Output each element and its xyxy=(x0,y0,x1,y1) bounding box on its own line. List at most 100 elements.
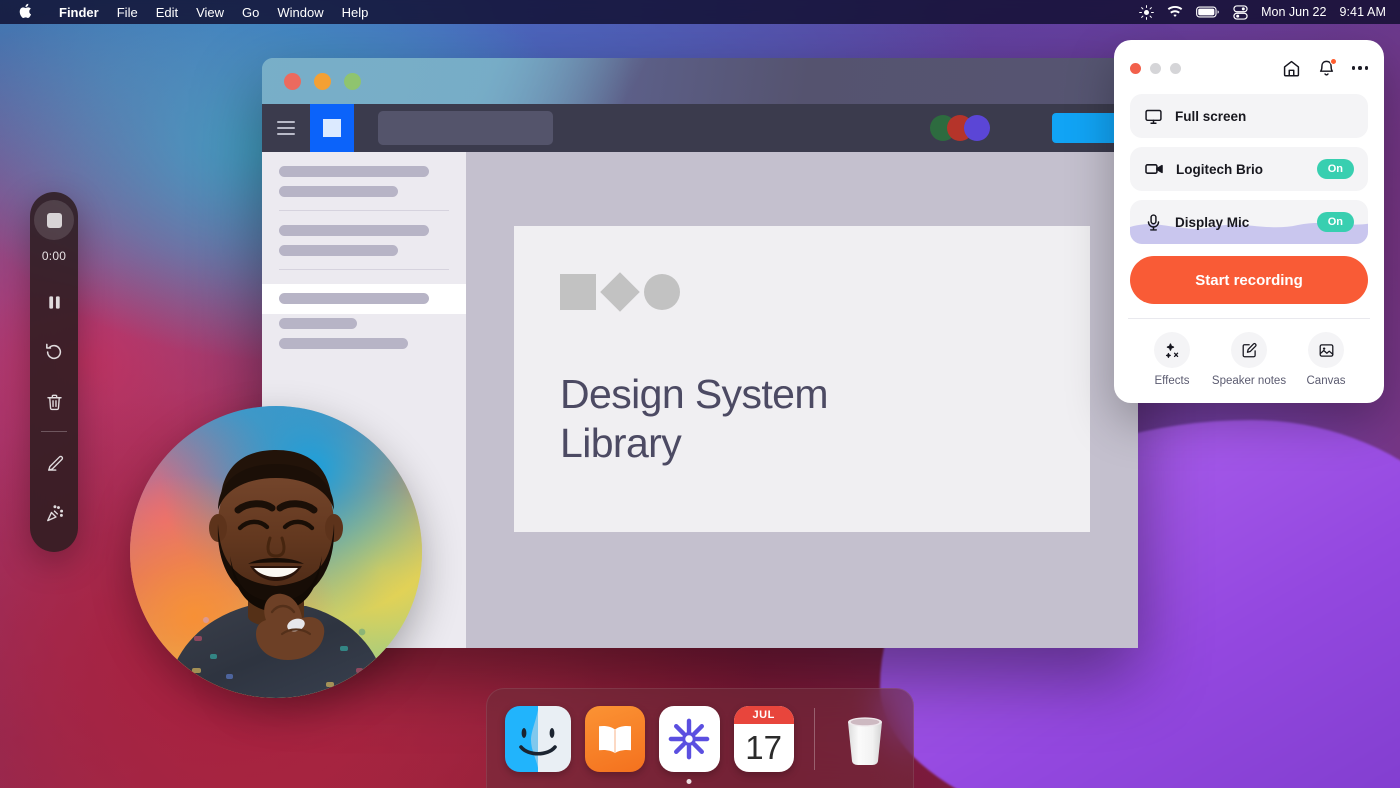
camera-row[interactable]: Logitech Brio On xyxy=(1130,147,1368,191)
camera-toggle[interactable]: On xyxy=(1316,158,1354,180)
start-recording-button[interactable]: Start recording xyxy=(1130,256,1368,304)
menu-bar-date[interactable]: Mon Jun 22 xyxy=(1261,5,1326,19)
menu-bar-clock[interactable]: 9:41 AM xyxy=(1339,5,1386,19)
search-input[interactable] xyxy=(378,111,553,145)
pause-icon[interactable] xyxy=(32,277,76,327)
window-title-bar[interactable] xyxy=(262,58,1138,104)
avatar xyxy=(166,450,388,698)
calendar-icon[interactable]: JUL 17 xyxy=(733,705,794,772)
slide-shapes xyxy=(560,272,1090,312)
panel-close-button[interactable] xyxy=(1130,62,1141,74)
speaker-notes-label: Speaker notes xyxy=(1211,375,1287,387)
home-icon[interactable] xyxy=(1282,59,1301,78)
macos-dock[interactable]: JUL 17 xyxy=(486,688,914,788)
pen-icon[interactable] xyxy=(32,438,76,488)
effects-label: Effects xyxy=(1154,375,1190,387)
macos-menu-bar: Finder File Edit View Go Window Help Mon… xyxy=(0,0,1400,24)
apple-logo-icon[interactable] xyxy=(14,3,36,22)
microphone-row[interactable]: Display Mic On xyxy=(1130,200,1368,244)
window-minimize-button[interactable] xyxy=(314,72,331,90)
canvas-action[interactable]: Canvas xyxy=(1288,332,1364,387)
toolbar-divider xyxy=(41,431,67,432)
sidebar-divider xyxy=(279,269,449,270)
microphone-toggle[interactable]: On xyxy=(1316,211,1354,233)
app-running-indicator xyxy=(686,778,692,784)
menu-item-file[interactable]: File xyxy=(108,3,147,22)
trash-icon[interactable] xyxy=(32,377,76,427)
window-close-button[interactable] xyxy=(284,72,301,90)
sidebar-placeholder-bar xyxy=(279,338,409,349)
recording-controls-toolbar[interactable]: 0:00 xyxy=(30,192,78,552)
menu-item-edit[interactable]: Edit xyxy=(147,3,187,22)
panel-minimize-button[interactable] xyxy=(1150,62,1161,74)
menu-item-help[interactable]: Help xyxy=(333,3,378,22)
effects-sparkle-icon xyxy=(1154,332,1190,368)
avatar[interactable] xyxy=(964,115,990,141)
fullscreen-row[interactable]: Full screen xyxy=(1130,94,1368,138)
menu-bar-status-area: Mon Jun 22 9:41 AM xyxy=(1139,4,1386,20)
app-canvas[interactable]: Design System Library xyxy=(466,152,1138,648)
notifications-bell-icon[interactable] xyxy=(1317,57,1337,78)
confetti-icon[interactable] xyxy=(32,488,76,538)
menu-item-view[interactable]: View xyxy=(187,3,233,22)
presentation-slide[interactable]: Design System Library xyxy=(514,226,1090,532)
menu-item-go[interactable]: Go xyxy=(233,3,268,22)
battery-icon[interactable] xyxy=(1196,6,1220,18)
loom-icon[interactable] xyxy=(659,705,720,784)
sidebar-group[interactable] xyxy=(262,318,466,349)
menu-item-finder[interactable]: Finder xyxy=(50,3,108,22)
finder-icon[interactable] xyxy=(505,705,571,772)
canvas-image-icon xyxy=(1308,332,1344,368)
menu-item-window[interactable]: Window xyxy=(268,3,332,22)
sidebar-placeholder-bar xyxy=(279,245,398,256)
panel-header xyxy=(1130,56,1368,80)
trash-icon[interactable] xyxy=(835,706,895,772)
fullscreen-label: Full screen xyxy=(1175,108,1247,124)
calendar-month: JUL xyxy=(733,705,794,724)
window-zoom-button[interactable] xyxy=(344,72,361,90)
books-icon[interactable] xyxy=(585,705,646,772)
control-center-icon[interactable] xyxy=(1233,4,1248,20)
speaker-notes-icon xyxy=(1231,332,1267,368)
canvas-label: Canvas xyxy=(1306,375,1346,387)
camera-bubble[interactable] xyxy=(130,406,422,698)
panel-divider xyxy=(1128,318,1370,319)
dock-divider xyxy=(813,707,815,770)
stop-recording-icon[interactable] xyxy=(34,200,74,240)
app-toolbar-right xyxy=(930,113,1138,143)
hamburger-menu-icon[interactable] xyxy=(262,104,310,152)
effects-action[interactable]: Effects xyxy=(1134,332,1210,387)
panel-header-actions xyxy=(1282,57,1368,78)
recording-timer: 0:00 xyxy=(41,249,67,263)
restart-icon[interactable] xyxy=(32,327,76,377)
square-shape xyxy=(560,274,596,310)
slide-title: Design System Library xyxy=(560,371,829,467)
app-toolbar xyxy=(262,104,1138,152)
calendar-day: 17 xyxy=(745,729,783,766)
sidebar-placeholder-bar xyxy=(279,166,429,177)
sidebar-placeholder-bar xyxy=(279,225,429,236)
diamond-shape xyxy=(600,272,640,312)
collaborator-avatars[interactable] xyxy=(930,115,990,141)
sidebar-placeholder-bar xyxy=(279,318,358,329)
notification-badge xyxy=(1329,57,1337,65)
sidebar-group[interactable] xyxy=(262,225,466,256)
app-logo-icon[interactable] xyxy=(310,104,354,152)
sidebar-divider xyxy=(279,210,449,211)
monitor-icon xyxy=(1144,107,1163,126)
brightness-icon[interactable] xyxy=(1139,4,1154,20)
recorder-panel[interactable]: Full screen Logitech Brio On Display Mic… xyxy=(1114,40,1384,403)
more-options-icon[interactable] xyxy=(1351,66,1368,70)
panel-zoom-button[interactable] xyxy=(1170,62,1181,74)
sidebar-placeholder-bar xyxy=(279,293,429,304)
microphone-icon xyxy=(1144,213,1163,232)
panel-quick-actions: Effects Speaker notes Canvas xyxy=(1130,332,1368,391)
circle-shape xyxy=(644,274,680,310)
sidebar-item-active[interactable] xyxy=(262,284,466,314)
microphone-label: Display Mic xyxy=(1175,214,1250,230)
wifi-icon[interactable] xyxy=(1167,5,1183,19)
camera-label: Logitech Brio xyxy=(1176,161,1263,177)
video-camera-icon xyxy=(1144,159,1164,179)
speaker-notes-action[interactable]: Speaker notes xyxy=(1211,332,1287,387)
sidebar-group[interactable] xyxy=(262,166,466,197)
